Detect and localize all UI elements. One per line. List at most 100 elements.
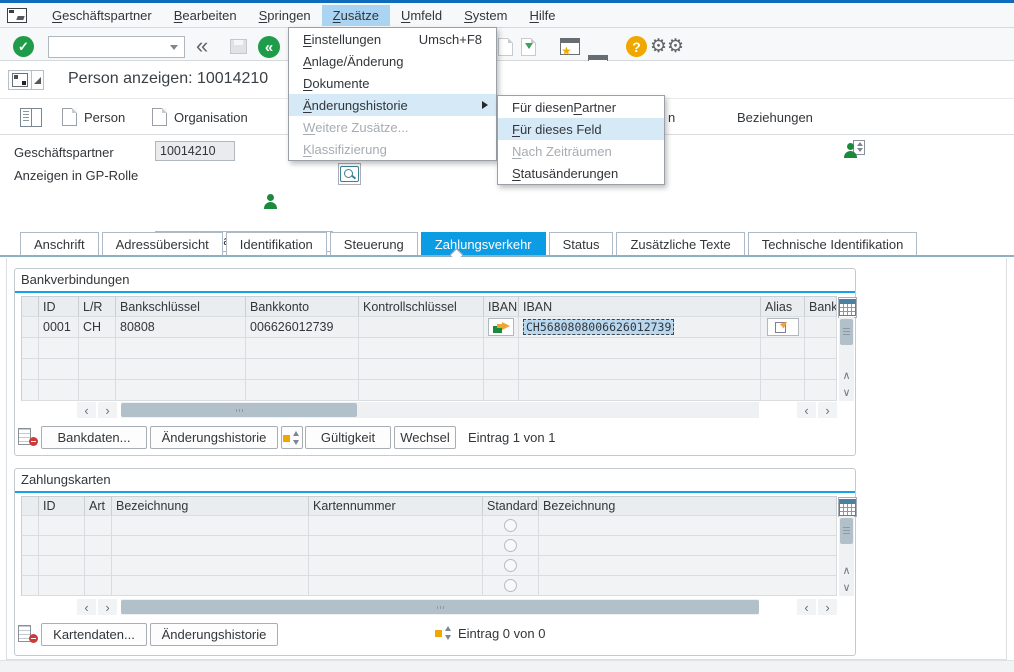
cards-col-bezeichnung-3[interactable]: Bezeichnung	[112, 496, 309, 516]
menubar-item-zusätze[interactable]: Zusätze	[322, 5, 390, 26]
menu-item-anlage-änderung[interactable]: Anlage/Änderung	[289, 50, 496, 72]
bank-vscroll-thumb[interactable]	[840, 319, 853, 345]
bank-sort-button[interactable]	[281, 426, 303, 449]
cards-hscroll-thumb[interactable]	[121, 600, 759, 614]
submenu-item-für-diesen-partner[interactable]: Für diesen Partner	[498, 96, 664, 118]
bank-hscroll-right[interactable]: ›	[98, 402, 117, 418]
bank-hscroll-left[interactable]: ‹	[77, 402, 96, 418]
bank-col-id-1[interactable]: ID	[39, 296, 79, 317]
cards-hscroll-track[interactable]	[121, 599, 759, 615]
bank-hscroll-thumb[interactable]	[121, 403, 357, 417]
submenu-item-nach-zeiträumen[interactable]: Nach Zeiträumen	[498, 140, 664, 162]
tab-anschrift[interactable]: Anschrift	[20, 232, 99, 256]
alias-open-button[interactable]	[767, 318, 799, 336]
menu-item-klassifizierung[interactable]: Klassifizierung	[289, 138, 496, 160]
iban-transfer-button[interactable]	[488, 318, 514, 336]
menu-item-weitere-zusätze[interactable]: Weitere Zusätze...	[289, 116, 496, 138]
cards-hscroll-left[interactable]: ‹	[77, 599, 96, 615]
tab-adressübersicht[interactable]: Adressübersicht	[102, 232, 223, 256]
cards-col-art-2[interactable]: Art	[85, 496, 112, 516]
bank-col-kontrollschlüssel-5[interactable]: Kontrollschlüssel	[359, 296, 484, 317]
help-icon[interactable]: ?	[626, 36, 647, 57]
title-menu-dropdown-button[interactable]	[31, 70, 44, 90]
download-icon[interactable]	[521, 38, 536, 56]
menu-item-dokumente[interactable]: Dokumente	[289, 72, 496, 94]
bank-cell-80808[interactable]: 80808	[116, 317, 246, 338]
tab-steuerung[interactable]: Steuerung	[330, 232, 418, 256]
cards-sort-icon[interactable]	[435, 625, 453, 641]
menu-item-einstellungen[interactable]: EinstellungenUmsch+F8	[289, 28, 496, 50]
cards-hscroll-left2[interactable]: ‹	[797, 599, 816, 615]
cards-table-settings-button[interactable]	[838, 497, 857, 517]
menubar-item-umfeld[interactable]: Umfeld	[390, 5, 453, 26]
gueltigkeit-button[interactable]: Gültigkeit	[305, 426, 391, 449]
bank-hscroll-right2[interactable]: ›	[818, 402, 837, 418]
role-detail-button[interactable]	[338, 163, 361, 185]
bank-hscroll-left2[interactable]: ‹	[797, 402, 816, 418]
organisation-button[interactable]: Organisation	[152, 108, 248, 126]
bank-vscrollbar[interactable]: ∧ ∨	[839, 317, 854, 401]
back-icon[interactable]: «	[196, 33, 206, 59]
bank-col-bank-9[interactable]: Bank	[805, 296, 837, 317]
tab-identifikation[interactable]: Identifikation	[226, 232, 327, 256]
bank-cell-006626012739[interactable]: 006626012739	[246, 317, 359, 338]
menu-item-änderungshistorie[interactable]: Änderungshistorie	[289, 94, 496, 116]
bank-col-bankkonto-4[interactable]: Bankkonto	[246, 296, 359, 317]
person-button[interactable]: Person	[62, 108, 125, 126]
beziehungen-button[interactable]: Beziehungen	[737, 110, 813, 125]
cards-col-id-1[interactable]: ID	[39, 496, 85, 516]
iban-value-selected[interactable]: CH5680808006626012739	[523, 319, 674, 335]
cards-hscroll-right2[interactable]: ›	[818, 599, 837, 615]
enter-check-icon[interactable]: ✓	[13, 36, 34, 57]
bank-cell-ch[interactable]: CH	[79, 317, 116, 338]
standard-radio[interactable]	[504, 579, 517, 592]
clipped-button-label[interactable]: n	[668, 110, 675, 125]
tab-status[interactable]: Status	[549, 232, 614, 256]
cards-delete-row-icon[interactable]	[18, 625, 38, 643]
cards-aenderungshistorie-button[interactable]: Änderungshistorie	[150, 623, 278, 646]
bank-col-iban-6[interactable]: IBAN	[484, 296, 519, 317]
scroll-down-icon[interactable]: ∨	[839, 384, 854, 400]
cards-col-standard-5[interactable]: Standard	[483, 496, 539, 516]
bank-table-settings-button[interactable]	[838, 297, 857, 318]
scroll-down-icon[interactable]: ∨	[839, 579, 854, 595]
scroll-up-icon[interactable]: ∧	[839, 367, 854, 383]
menubar-item-system[interactable]: System	[453, 5, 518, 26]
tab-technische-identifikation[interactable]: Technische Identifikation	[748, 232, 918, 256]
cards-vscroll-thumb[interactable]	[840, 518, 853, 544]
bank-hscroll-track[interactable]	[121, 402, 759, 418]
title-menu-button[interactable]	[8, 70, 32, 90]
new-session-icon[interactable]: ★	[560, 38, 580, 55]
save-icon[interactable]	[230, 39, 247, 54]
bank-aenderungshistorie-button[interactable]: Änderungshistorie	[150, 426, 278, 449]
cards-col-bezeichnung-6[interactable]: Bezeichnung	[539, 496, 837, 516]
partner-field-value[interactable]: 10014210	[155, 141, 235, 161]
bank-col-alias-8[interactable]: Alias	[761, 296, 805, 317]
bank-col-iban-7[interactable]: IBAN	[519, 296, 761, 317]
bank-col-l-r-2[interactable]: L/R	[79, 296, 116, 317]
print-icon[interactable]	[498, 38, 513, 56]
bankdaten-button[interactable]: Bankdaten...	[41, 426, 147, 449]
submenu-item-statusänderungen[interactable]: Statusänderungen	[498, 162, 664, 184]
tab-zusätzliche-texte[interactable]: Zusätzliche Texte	[616, 232, 744, 256]
bank-delete-row-icon[interactable]	[18, 428, 38, 446]
bank-cell-0001[interactable]: 0001	[39, 317, 79, 338]
menubar-item-hilfe[interactable]: Hilfe	[518, 5, 566, 26]
submenu-item-für-dieses-feld[interactable]: Für dieses Feld	[498, 118, 664, 140]
bank-col-bankschlüssel-3[interactable]: Bankschlüssel	[116, 296, 246, 317]
command-field[interactable]	[48, 36, 185, 58]
kartendaten-button[interactable]: Kartendaten...	[41, 623, 147, 646]
standard-radio[interactable]	[504, 539, 517, 552]
system-window-icon[interactable]	[7, 8, 27, 23]
locator-toggle-icon[interactable]	[20, 108, 42, 127]
wechsel-button[interactable]: Wechsel	[394, 426, 456, 449]
switch-partner-icon[interactable]	[843, 140, 865, 158]
exit-icon[interactable]: «	[258, 36, 280, 58]
menubar-item-geschäftspartner[interactable]: Geschäftspartner	[41, 5, 163, 26]
standard-radio[interactable]	[504, 519, 517, 532]
cards-vscrollbar[interactable]: ∧ ∨	[839, 516, 854, 596]
scroll-up-icon[interactable]: ∧	[839, 562, 854, 578]
menubar-item-bearbeiten[interactable]: Bearbeiten	[163, 5, 248, 26]
menubar-item-springen[interactable]: Springen	[248, 5, 322, 26]
standard-radio[interactable]	[504, 559, 517, 572]
